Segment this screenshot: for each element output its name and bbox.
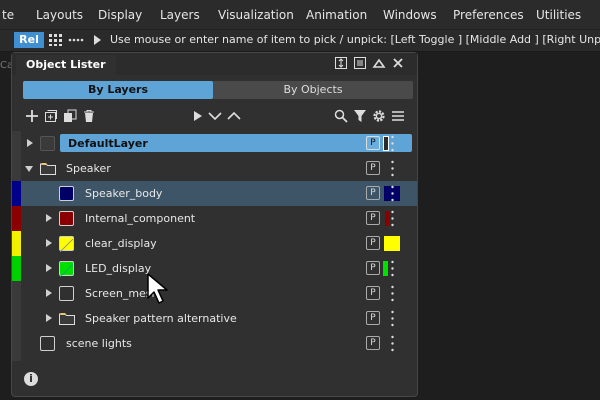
- chevron-up-icon[interactable]: [227, 109, 241, 123]
- menu-item-utilities[interactable]: Utilities: [536, 0, 581, 30]
- menu-item-windows[interactable]: Windows: [383, 0, 437, 30]
- gear-icon[interactable]: [372, 109, 386, 123]
- list-item-speaker-pattern-alternative[interactable]: Speaker pattern alternative P: [12, 306, 417, 331]
- menu-icon[interactable]: [352, 55, 368, 71]
- chevron-down-icon[interactable]: [208, 109, 222, 123]
- pick-toggle-button[interactable]: P: [366, 286, 380, 300]
- layer-color-swatch[interactable]: [59, 286, 74, 301]
- grid-icon[interactable]: [48, 33, 64, 47]
- list-item-speaker[interactable]: Speaker P: [12, 156, 417, 181]
- expand-icon[interactable]: [46, 264, 52, 272]
- pick-toggle-button[interactable]: P: [366, 261, 380, 275]
- row-label: Speaker: [66, 162, 111, 175]
- delete-icon[interactable]: [82, 109, 96, 123]
- more-icon[interactable]: [391, 135, 394, 152]
- layer-color-strip: [12, 231, 21, 256]
- rel-button[interactable]: Rel: [14, 32, 44, 48]
- row-label: Speaker pattern alternative: [85, 312, 237, 325]
- more-icon[interactable]: [391, 185, 394, 202]
- tab-by-layers[interactable]: By Layers: [23, 81, 213, 99]
- add-icon[interactable]: [25, 109, 39, 123]
- expand-icon[interactable]: [46, 314, 52, 322]
- duplicate-icon[interactable]: [63, 109, 77, 123]
- pick-toggle-button[interactable]: P: [366, 186, 380, 200]
- collapse-icon[interactable]: [371, 55, 387, 71]
- pick-toggle-button[interactable]: P: [366, 136, 380, 150]
- menu-item-animation[interactable]: Animation: [306, 0, 367, 30]
- menu-item-layouts[interactable]: Layouts: [36, 0, 83, 30]
- more-icon[interactable]: [68, 37, 86, 43]
- close-icon[interactable]: [390, 55, 406, 71]
- layer-color-indicator: [383, 261, 388, 276]
- search-icon[interactable]: [334, 109, 348, 123]
- expand-icon[interactable]: [46, 289, 52, 297]
- more-icon[interactable]: [391, 160, 394, 177]
- list-item-internal-component[interactable]: Internal_component P: [12, 206, 417, 231]
- pick-toggle-button[interactable]: P: [366, 161, 380, 175]
- list-item-led-display[interactable]: LED_display P: [12, 256, 417, 281]
- info-icon[interactable]: i: [24, 372, 38, 386]
- pick-hint: Use mouse or enter name of item to pick …: [110, 33, 600, 46]
- pick-toggle-button[interactable]: P: [366, 311, 380, 325]
- panel-title[interactable]: Object Lister: [16, 55, 116, 75]
- pin-icon[interactable]: [333, 55, 349, 71]
- layer-list: DefaultLayer P Speaker P Speaker_body P: [12, 131, 417, 361]
- layer-color-strip: [12, 181, 21, 206]
- row-label: DefaultLayer: [68, 137, 148, 150]
- row-label: LED_display: [85, 262, 152, 275]
- pick-toggle-button[interactable]: P: [366, 236, 380, 250]
- layer-color-indicator: [384, 236, 400, 251]
- object-lister-panel: Object Lister By Layers By Objects Defau…: [11, 52, 418, 397]
- add-layer-icon[interactable]: [44, 109, 58, 123]
- layer-color-indicator: [383, 136, 389, 151]
- row-label: Internal_component: [85, 212, 196, 225]
- play-icon[interactable]: [191, 109, 205, 123]
- panel-header: Object Lister: [12, 53, 417, 75]
- expand-icon[interactable]: [27, 139, 33, 147]
- play-icon[interactable]: [94, 35, 101, 45]
- layer-color-swatch[interactable]: [59, 211, 74, 226]
- filter-icon[interactable]: [353, 109, 367, 123]
- more-icon[interactable]: [391, 260, 394, 277]
- menubar: te Layouts Display Layers Visualization …: [0, 0, 600, 30]
- menu-item-layers[interactable]: Layers: [160, 0, 200, 30]
- row-label: scene lights: [66, 337, 132, 350]
- more-icon[interactable]: [391, 210, 394, 227]
- menu-item-visualization[interactable]: Visualization: [218, 0, 294, 30]
- more-icon[interactable]: [391, 335, 394, 352]
- layer-color-swatch[interactable]: [59, 261, 74, 278]
- more-icon[interactable]: [391, 285, 394, 302]
- mouse-cursor-icon: [147, 273, 168, 304]
- view-mode-toggle: By Layers By Objects: [23, 81, 413, 99]
- layer-color-swatch[interactable]: [59, 186, 74, 201]
- folder-icon: [59, 313, 75, 325]
- menu-item-preferences[interactable]: Preferences: [453, 0, 524, 30]
- more-icon[interactable]: [391, 310, 394, 327]
- folder-icon: [40, 163, 56, 175]
- list-menu-icon[interactable]: [391, 109, 405, 123]
- menu-item-display[interactable]: Display: [98, 0, 142, 30]
- layer-color-swatch[interactable]: [59, 236, 74, 253]
- pick-toggle-button[interactable]: P: [366, 336, 380, 350]
- expand-icon[interactable]: [46, 239, 52, 247]
- layer-color-swatch[interactable]: [40, 136, 55, 151]
- list-item-screen-mesh[interactable]: Screen_mesh P: [12, 281, 417, 306]
- expand-icon[interactable]: [46, 214, 52, 222]
- collapse-icon[interactable]: [25, 166, 33, 172]
- layer-color-strip: [12, 256, 21, 281]
- list-item-scene-lights[interactable]: scene lights P: [12, 331, 417, 356]
- menu-item-edit[interactable]: te: [2, 0, 14, 30]
- tab-by-objects[interactable]: By Objects: [213, 81, 413, 99]
- row-label: clear_display: [85, 237, 157, 250]
- layer-color-strip: [12, 206, 21, 231]
- layer-color-indicator: [385, 211, 390, 226]
- row-label: Speaker_body: [85, 187, 163, 200]
- layer-color-swatch[interactable]: [40, 336, 55, 351]
- list-item-speaker-body[interactable]: Speaker_body P: [12, 181, 417, 206]
- pick-toggle-button[interactable]: P: [366, 211, 380, 225]
- list-item-defaultlayer[interactable]: DefaultLayer P: [12, 131, 417, 156]
- list-item-clear-display[interactable]: clear_display P: [12, 231, 417, 256]
